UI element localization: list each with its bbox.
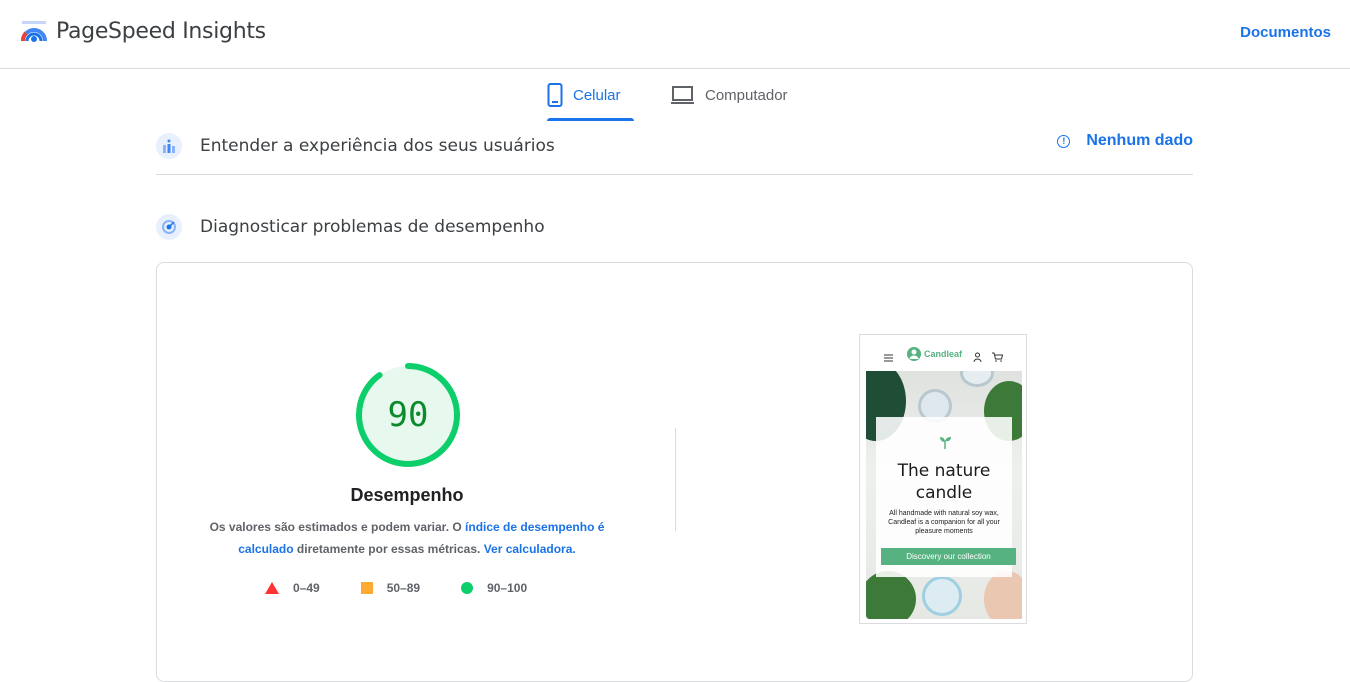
legend-fail-label: 0–49: [293, 581, 320, 595]
candle-top: [922, 576, 962, 616]
diagnose-icon: [156, 214, 182, 240]
legend-average: 50–89: [360, 581, 421, 595]
cart-icon: [992, 349, 1004, 367]
leaf-decoration: [866, 571, 916, 619]
square-icon: [360, 582, 373, 594]
score-legend: 0–49 50–89 90–100: [265, 581, 568, 595]
perf-desc-text-1: Os valores são estimados e podem variar.…: [209, 520, 466, 534]
performance-title: Desempenho: [350, 485, 464, 505]
page-screenshot[interactable]: Candleaf The nature candle All handmade …: [859, 334, 1027, 624]
tab-desktop[interactable]: Computador: [670, 70, 810, 120]
account-icon: [973, 349, 982, 367]
app-title: PageSpeed Insights: [56, 19, 266, 44]
tab-desktop-label: Computador: [705, 86, 788, 104]
hero-cta-button[interactable]: Discovery our collection: [881, 548, 1016, 565]
sprout-icon: [940, 437, 951, 449]
calculator-link[interactable]: Ver calculadora.: [484, 542, 576, 556]
device-tabs: Celular Computador: [0, 70, 1350, 122]
circle-icon: [461, 582, 474, 594]
diagnose-section: Diagnosticar problemas de desempenho: [156, 202, 1193, 252]
performance-score: 90: [387, 395, 429, 435]
vertical-divider: [675, 428, 676, 531]
menu-icon: [884, 349, 893, 367]
info-icon: !: [1057, 134, 1071, 148]
site-brand: Candleaf: [924, 349, 963, 359]
site-header: Candleaf: [860, 335, 1026, 371]
user-experience-title: Entender a experiência dos seus usuários: [200, 135, 555, 156]
performance-card: 90 Desempenho Os valores são estimados e…: [156, 262, 1193, 682]
tab-mobile-label: Celular: [573, 86, 621, 104]
triangle-icon: [265, 582, 279, 594]
score-gauge[interactable]: 90: [354, 361, 462, 469]
perf-desc-text-2: diretamente por essas métricas.: [293, 542, 484, 556]
candle-top: [960, 371, 994, 387]
phone-icon: [547, 83, 563, 107]
docs-link[interactable]: Documentos: [1240, 24, 1331, 41]
pagespeed-logo-icon[interactable]: [20, 19, 48, 45]
legend-fail: 0–49: [265, 581, 320, 595]
hero-image: The nature candle All handmade with natu…: [866, 371, 1022, 619]
no-data-label: Nenhum dado: [1086, 132, 1193, 149]
diagnose-title: Diagnosticar problemas de desempenho: [200, 217, 545, 237]
hero-panel: The nature candle All handmade with natu…: [876, 417, 1016, 577]
legend-average-label: 50–89: [386, 581, 421, 595]
hero-subtitle: All handmade with natural soy wax, Candl…: [888, 510, 1000, 535]
legend-pass: 90–100: [461, 581, 527, 595]
user-experience-icon: [156, 132, 182, 159]
performance-description: Os valores são estimados e podem variar.…: [197, 516, 617, 560]
no-data-status[interactable]: ! Nenhum dado: [1057, 132, 1193, 150]
candleaf-logo-icon: [907, 347, 921, 366]
hand-decoration: [984, 571, 1022, 619]
hero-title: The nature candle: [897, 461, 991, 503]
user-experience-section[interactable]: Entender a experiência dos seus usuários…: [156, 117, 1193, 175]
top-bar: PageSpeed Insights Documentos: [0, 0, 1350, 69]
laptop-icon: [671, 86, 694, 104]
legend-pass-label: 90–100: [487, 581, 528, 595]
tab-mobile[interactable]: Celular: [547, 70, 634, 120]
